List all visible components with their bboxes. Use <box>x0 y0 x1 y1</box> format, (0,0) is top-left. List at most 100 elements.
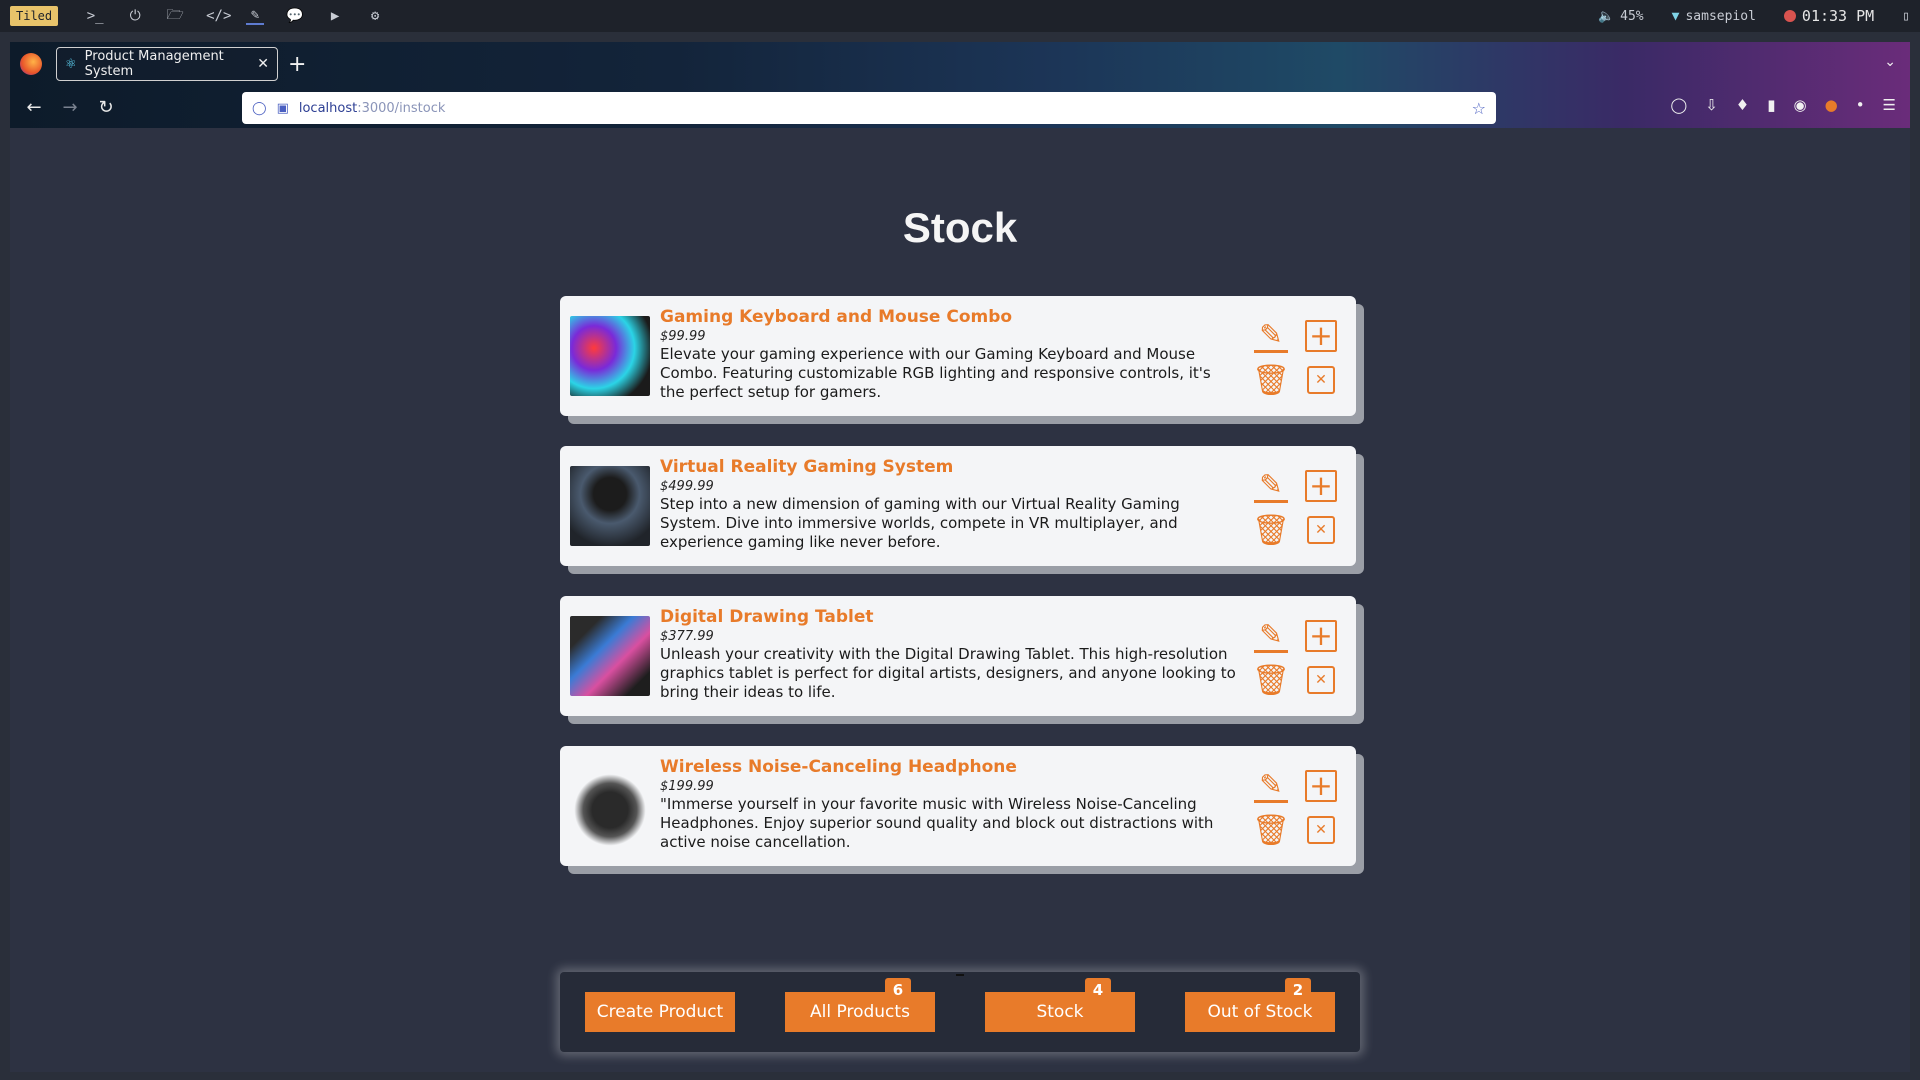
add-stock-icon[interactable]: + <box>1305 620 1337 652</box>
stock-count-badge: 4 <box>1085 978 1111 1002</box>
page-info-icon[interactable]: ▣ <box>277 101 289 116</box>
shield-icon[interactable]: ◯ <box>252 101 267 116</box>
product-price: $499.99 <box>660 479 714 494</box>
firefox-logo-icon[interactable] <box>20 53 42 75</box>
stock-button[interactable]: Stock 4 <box>985 978 1135 1032</box>
delete-trash-icon[interactable]: 🗑 <box>1252 813 1290 848</box>
product-name: Digital Drawing Tablet <box>660 607 874 627</box>
delete-trash-icon[interactable]: 🗑 <box>1252 363 1290 398</box>
out-of-stock-button[interactable]: Out of Stock 2 <box>1185 978 1335 1032</box>
address-bar[interactable]: ◯ ▣ localhost:3000/instock ☆ <box>242 92 1496 124</box>
product-image <box>570 766 650 846</box>
toolbar-icons: ◯ ⇩ ♦ ▮ ◉ ● • ☰ <box>1670 96 1896 114</box>
youtube-icon[interactable]: ▶ <box>326 8 344 24</box>
system-tray: 🔈 45% ▼ samsepiol 01:33 PM ▯ <box>1598 7 1910 25</box>
product-card: Gaming Keyboard and Mouse Combo $99.99 E… <box>560 296 1356 416</box>
pocket-icon[interactable]: ◯ <box>1670 96 1687 114</box>
all-products-button[interactable]: All Products 6 <box>785 978 935 1032</box>
clock-icon <box>1783 10 1796 22</box>
all-products-count-badge: 6 <box>885 978 911 1002</box>
volume-indicator[interactable]: 🔈 45% <box>1598 9 1644 24</box>
delete-trash-icon[interactable]: 🗑 <box>1252 663 1290 698</box>
remove-stock-icon[interactable]: ✕ <box>1307 816 1335 844</box>
speaker-icon: 🔈 <box>1597 8 1615 24</box>
remove-stock-icon[interactable]: ✕ <box>1307 666 1335 694</box>
tab-product-management[interactable]: ⚛ Product Management System ✕ <box>56 47 278 81</box>
addon-fox-icon[interactable]: ● <box>1825 96 1838 114</box>
chat-icon[interactable]: 💬 <box>286 8 304 24</box>
bottom-navigation-bar: Create Product All Products 6 Stock 4 Ou… <box>560 972 1360 1052</box>
add-stock-icon[interactable]: + <box>1305 320 1337 352</box>
product-image <box>570 616 650 696</box>
product-price: $99.99 <box>660 329 706 344</box>
product-name: Gaming Keyboard and Mouse Combo <box>660 307 1013 327</box>
product-image <box>570 466 650 546</box>
url-text[interactable]: localhost:3000/instock <box>299 101 446 116</box>
battery-icon[interactable]: ▯ <box>1902 9 1910 24</box>
tab-title: Product Management System <box>84 49 224 79</box>
product-description: "Immerse yourself in your favorite music… <box>660 795 1214 851</box>
product-name: Wireless Noise-Canceling Headphone <box>660 757 1017 777</box>
create-product-label: Create Product <box>596 1002 724 1022</box>
wifi-name: samsepiol <box>1685 8 1756 24</box>
edit-pencil-icon[interactable]: ✎ <box>1254 319 1288 353</box>
tiling-mode-label[interactable]: Tiled <box>10 6 59 26</box>
react-favicon-icon: ⚛ <box>65 56 77 72</box>
page-title: Stock <box>902 204 1018 251</box>
remove-stock-icon[interactable]: ✕ <box>1307 366 1335 394</box>
stock-label: Stock <box>1036 1002 1084 1022</box>
product-actions: ✎ + 🗑 ✕ <box>1246 314 1346 414</box>
gear-icon[interactable]: ⚙ <box>366 8 384 24</box>
product-actions: ✎ + 🗑 ✕ <box>1246 464 1346 564</box>
power-icon[interactable]: ⏻ <box>126 8 144 24</box>
clock-time: 01:33 PM <box>1801 7 1875 25</box>
remove-stock-icon[interactable]: ✕ <box>1307 516 1335 544</box>
browser-window: ⚛ Product Management System ✕ + ⌄ ← → ↻ … <box>10 42 1910 1072</box>
extensions-icon[interactable]: ♦ <box>1736 96 1749 114</box>
page-content: Stock Gaming Keyboard and Mouse Combo $9… <box>10 128 1910 1072</box>
add-stock-icon[interactable]: + <box>1305 770 1337 802</box>
sidebar-icon[interactable]: ▮ <box>1767 96 1775 114</box>
edit-pencil-icon[interactable]: ✎ <box>1254 619 1288 653</box>
navigation-bar: ← → ↻ ◯ ▣ localhost:3000/instock ☆ ◯ ⇩ ♦… <box>10 86 1910 128</box>
code-icon[interactable]: </> <box>206 8 231 24</box>
product-info: Wireless Noise-Canceling Headphone $199.… <box>660 756 1246 852</box>
url-path: :3000/instock <box>357 100 446 116</box>
cookie-icon[interactable]: ◉ <box>1794 96 1807 114</box>
close-tab-icon[interactable]: ✕ <box>257 56 269 72</box>
out-of-stock-count-badge: 2 <box>1285 978 1311 1002</box>
menu-icon[interactable]: ☰ <box>1883 96 1896 114</box>
wifi-indicator[interactable]: ▼ samsepiol <box>1672 9 1756 24</box>
product-list: Gaming Keyboard and Mouse Combo $99.99 E… <box>560 296 1360 896</box>
url-host: localhost <box>298 100 358 116</box>
back-button[interactable]: ← <box>16 97 52 118</box>
tab-list-chevron-icon[interactable]: ⌄ <box>1884 54 1896 70</box>
bar-divider <box>956 974 964 976</box>
product-description: Unleash your creativity with the Digital… <box>660 645 1236 701</box>
terminal-icon[interactable]: >_ <box>86 8 104 24</box>
all-products-label: All Products <box>810 1002 910 1022</box>
delete-trash-icon[interactable]: 🗑 <box>1252 513 1290 548</box>
forward-button[interactable]: → <box>52 97 88 118</box>
notebook-icon[interactable]: ✎ <box>246 7 265 25</box>
new-tab-button[interactable]: + <box>288 52 306 77</box>
product-description: Step into a new dimension of gaming with… <box>660 495 1180 551</box>
download-icon[interactable]: ⇩ <box>1705 96 1718 114</box>
product-actions: ✎ + 🗑 ✕ <box>1246 764 1346 864</box>
addon-dot-icon[interactable]: • <box>1856 96 1865 114</box>
folder-icon[interactable]: 🗁 <box>166 4 184 28</box>
edit-pencil-icon[interactable]: ✎ <box>1254 769 1288 803</box>
browser-chrome: ⚛ Product Management System ✕ + ⌄ ← → ↻ … <box>10 42 1910 128</box>
reload-button[interactable]: ↻ <box>88 97 124 118</box>
tab-strip: ⚛ Product Management System ✕ + ⌄ <box>10 42 1910 86</box>
product-image <box>570 316 650 396</box>
clock-widget[interactable]: 01:33 PM <box>1783 7 1875 25</box>
product-price: $199.99 <box>660 779 714 794</box>
bookmark-star-icon[interactable]: ☆ <box>1472 99 1486 118</box>
wifi-icon: ▼ <box>1671 8 1680 24</box>
edit-pencil-icon[interactable]: ✎ <box>1254 469 1288 503</box>
create-product-button[interactable]: Create Product <box>585 992 735 1032</box>
out-of-stock-label: Out of Stock <box>1207 1002 1313 1022</box>
product-info: Virtual Reality Gaming System $499.99 St… <box>660 456 1246 552</box>
add-stock-icon[interactable]: + <box>1305 470 1337 502</box>
